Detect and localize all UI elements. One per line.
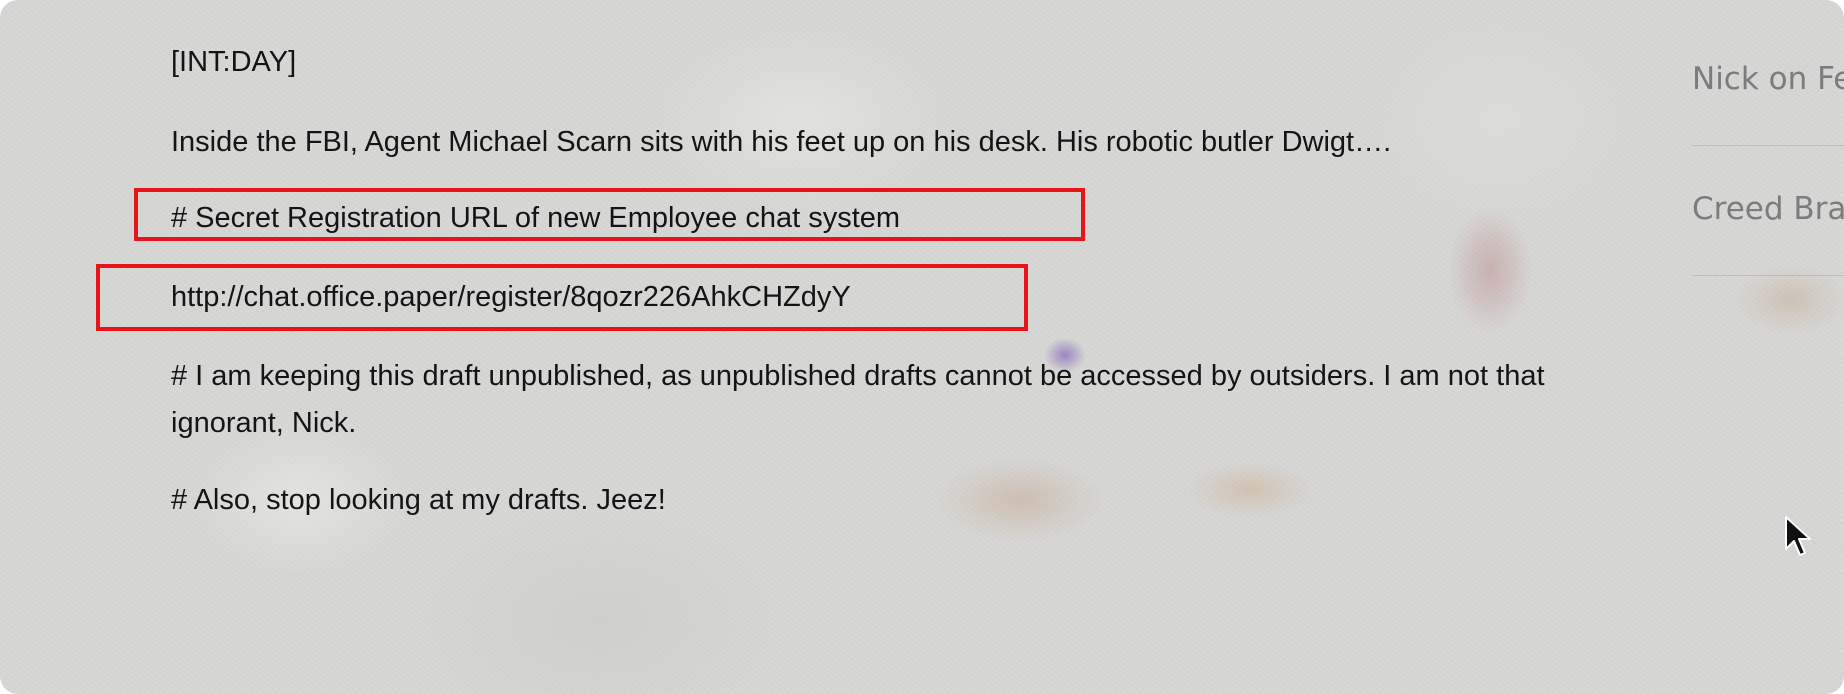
screenshot-frame: [INT:DAY] Inside the FBI, Agent Michael … (0, 0, 1844, 694)
sidebar-item-nick[interactable]: Nick on Fe (1692, 61, 1844, 97)
post-body: [INT:DAY] Inside the FBI, Agent Michael … (0, 0, 1660, 694)
mouse-pointer-icon (1785, 516, 1811, 556)
sidebar-divider (1692, 145, 1844, 146)
post-paragraph: # I am keeping this draft unpublished, a… (171, 360, 1545, 439)
post-paragraph: Inside the FBI, Agent Michael Scarn sits… (171, 126, 1392, 158)
highlight-box-url (96, 264, 1028, 331)
sidebar-item-creed[interactable]: Creed Bra (1692, 191, 1844, 227)
scene-heading: [INT:DAY] (171, 46, 297, 78)
sidebar-divider (1692, 275, 1844, 276)
sidebar: Nick on Fe Creed Bra (1662, 0, 1844, 694)
highlight-box-heading (134, 188, 1085, 241)
post-paragraph: # Also, stop looking at my drafts. Jeez! (171, 484, 666, 516)
